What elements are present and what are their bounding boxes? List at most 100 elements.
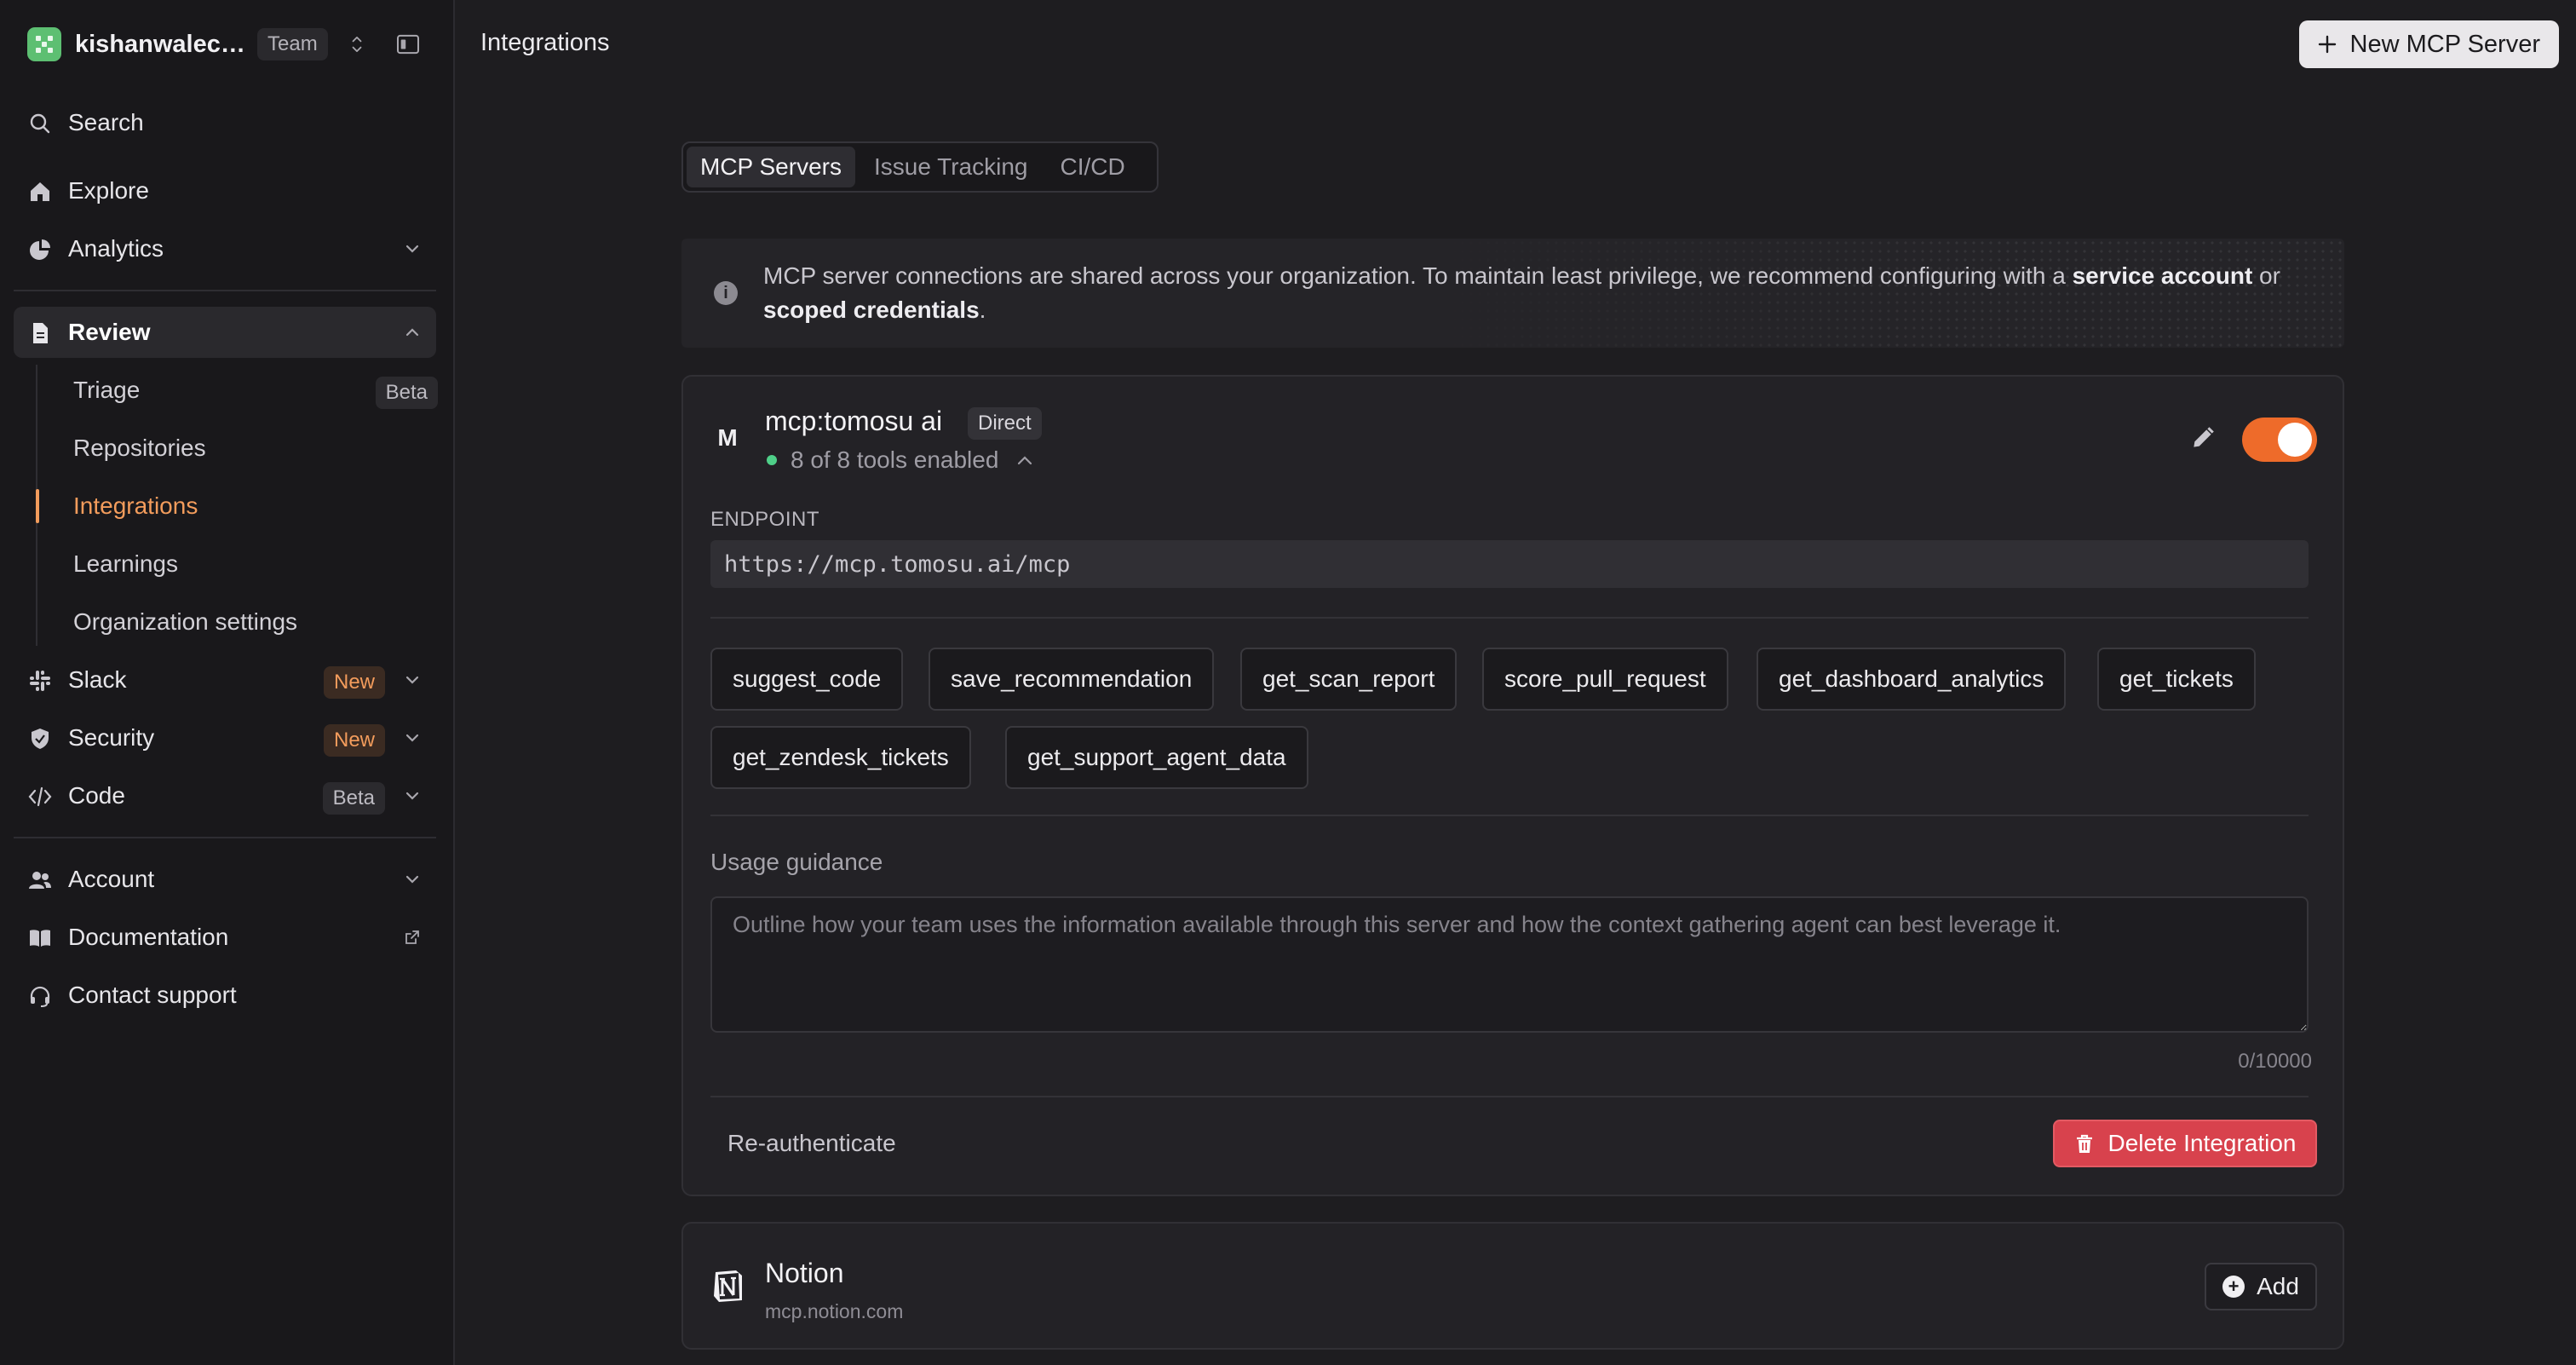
tool-chip[interactable]: get_tickets [2097, 648, 2256, 711]
sidebar-item-label: Analytics [68, 235, 164, 262]
card-divider [710, 617, 2309, 619]
chevron-up-down-icon[interactable] [344, 31, 370, 58]
document-icon [27, 320, 53, 346]
direct-badge: Direct [968, 407, 1042, 440]
chevron-up-icon [402, 322, 423, 343]
add-notion-button[interactable]: + Add [2205, 1263, 2317, 1310]
shield-icon [27, 726, 53, 752]
integration-tabs: MCP Servers Issue Tracking CI/CD [681, 141, 1159, 193]
info-icon: i [714, 281, 738, 305]
code-icon [27, 784, 53, 809]
character-count: 0/10000 [2238, 1050, 2312, 1073]
server-enabled-toggle[interactable] [2242, 418, 2317, 462]
banner-text-part: or [2252, 262, 2280, 289]
sidebar-item-contact-support[interactable]: Contact support [14, 970, 436, 1021]
usage-guidance-textarea[interactable] [710, 896, 2309, 1033]
sidebar-item-account[interactable]: Account [14, 854, 436, 905]
plus-icon [2318, 35, 2336, 54]
sidebar-item-label: Explore [68, 177, 149, 204]
workspace-logo [27, 27, 61, 61]
beta-badge: Beta [322, 782, 385, 815]
sidebar-item-label: Review [68, 319, 151, 345]
card-divider [710, 815, 2309, 816]
new-mcp-server-button[interactable]: New MCP Server [2298, 20, 2559, 68]
tool-chip[interactable]: get_support_agent_data [1005, 726, 1308, 789]
notion-card: Notion mcp.notion.com + Add [681, 1222, 2344, 1350]
chevron-down-icon [402, 869, 423, 890]
tool-chip[interactable]: suggest_code [710, 648, 904, 711]
tool-chip[interactable]: save_recommendation [929, 648, 1215, 711]
sidebar-item-label: Triage [73, 377, 141, 403]
chevron-up-icon[interactable] [1014, 449, 1036, 471]
sidebar-item-label: Learnings [73, 550, 178, 577]
sidebar-item-documentation[interactable]: Documentation [14, 912, 436, 963]
workspace-name: kishanwalech... [75, 30, 245, 58]
chevron-down-icon [402, 670, 423, 690]
add-label: Add [2257, 1273, 2299, 1299]
top-bar: Integrations New MCP Server [457, 0, 2576, 89]
beta-badge: Beta [375, 377, 438, 409]
sidebar-item-slack[interactable]: Slack New [14, 654, 436, 706]
chevron-down-icon [402, 728, 423, 748]
new-badge: New [323, 724, 385, 757]
banner-bold-part: scoped credentials [763, 297, 980, 323]
sidebar-item-label: Repositories [73, 435, 206, 461]
tab-issue-tracking[interactable]: Issue Tracking [860, 147, 1042, 187]
notion-name: Notion [765, 1258, 844, 1288]
delete-integration-label: Delete Integration [2107, 1130, 2297, 1156]
sidebar-item-triage[interactable]: Triage Beta [37, 365, 438, 416]
toggle-knob [2278, 423, 2312, 457]
re-authenticate-button[interactable]: Re-authenticate [727, 1130, 896, 1157]
sidebar-item-analytics[interactable]: Analytics [14, 223, 436, 274]
search-icon [27, 111, 53, 136]
sidebar-item-label: Organization settings [73, 608, 298, 635]
sidebar-item-label: Security [68, 724, 155, 751]
sidebar-item-repositories[interactable]: Repositories [37, 423, 438, 474]
review-subnav: Triage Beta Repositories Integrations Le… [36, 365, 438, 648]
sidebar-item-security[interactable]: Security New [14, 712, 436, 763]
sidebar: kishanwalech... Team Search Explore Anal… [0, 0, 455, 1365]
tool-chip[interactable]: get_dashboard_analytics [1757, 648, 2067, 711]
mcp-server-card: M mcp:tomosu ai Direct 8 of 8 tools enab… [681, 375, 2344, 1196]
slack-icon [27, 668, 53, 694]
tool-chip[interactable]: get_zendesk_tickets [710, 726, 971, 789]
server-avatar: M [717, 424, 738, 451]
tool-chip[interactable]: score_pull_request [1482, 648, 1728, 711]
chevron-down-icon [402, 786, 423, 806]
card-divider [710, 1096, 2309, 1097]
sidebar-item-explore[interactable]: Explore [14, 165, 436, 216]
tool-chip[interactable]: get_scan_report [1240, 648, 1458, 711]
tools-status[interactable]: 8 of 8 tools enabled [765, 446, 1036, 474]
sidebar-item-label: Contact support [68, 982, 237, 1008]
new-mcp-server-label: New MCP Server [2349, 30, 2540, 58]
external-link-icon [402, 927, 423, 947]
tab-mcp-servers[interactable]: MCP Servers [687, 147, 855, 187]
sidebar-item-label: Code [68, 782, 125, 809]
page-title: Integrations [480, 29, 610, 56]
sidebar-item-review[interactable]: Review [14, 307, 436, 358]
sidebar-item-organization-settings[interactable]: Organization settings [37, 596, 438, 648]
pencil-icon[interactable] [2186, 421, 2220, 455]
info-banner-text: MCP server connections are shared across… [763, 259, 2297, 327]
home-icon [27, 179, 53, 204]
users-icon [27, 867, 53, 893]
sidebar-item-integrations[interactable]: Integrations [36, 481, 438, 532]
sidebar-item-learnings[interactable]: Learnings [37, 539, 438, 590]
status-dot-icon [767, 455, 777, 465]
delete-integration-button[interactable]: Delete Integration [2053, 1120, 2317, 1167]
book-icon [27, 925, 53, 951]
sidebar-item-label: Slack [68, 666, 127, 693]
headset-icon [27, 983, 53, 1009]
tab-ci-cd[interactable]: CI/CD [1047, 147, 1139, 187]
sidebar-item-code[interactable]: Code Beta [14, 770, 436, 821]
banner-bold-part: service account [2072, 262, 2253, 289]
sidebar-toggle-icon[interactable] [394, 31, 423, 58]
trash-icon [2077, 1134, 2093, 1153]
sidebar-divider [14, 837, 436, 838]
sidebar-item-search[interactable]: Search [14, 97, 436, 148]
workspace-switcher[interactable]: kishanwalech... Team [27, 26, 428, 63]
server-name: mcp:tomosu ai [765, 406, 943, 436]
plus-circle-icon: + [2222, 1276, 2245, 1298]
info-banner: i MCP server connections are shared acro… [681, 239, 2344, 348]
sidebar-divider [14, 290, 436, 291]
